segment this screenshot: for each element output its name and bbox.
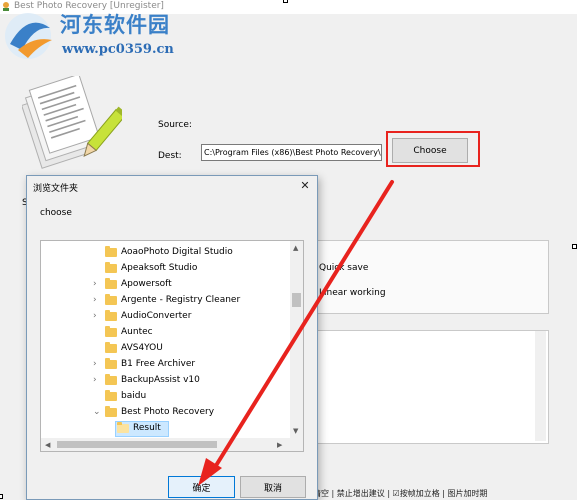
chevron-right-icon[interactable]: › [93, 279, 101, 289]
tree-vertical-scrollbar[interactable]: ▲ ▼ [290, 241, 303, 438]
quick-save-option[interactable]: Quick save [319, 263, 368, 273]
folder-icon [105, 310, 117, 321]
linear-working-option[interactable]: Linear working [319, 288, 386, 298]
tree-item[interactable]: › Apowersoft [41, 277, 291, 293]
scroll-up-icon[interactable]: ▲ [293, 244, 298, 252]
folder-icon [105, 342, 117, 353]
tree-horizontal-scrollbar[interactable]: ◀ ▶ [41, 438, 303, 451]
scroll-right-icon[interactable]: ▶ [277, 441, 282, 449]
chevron-right-icon[interactable]: › [93, 375, 101, 385]
tree-item[interactable]: Apeaksoft Studio [41, 261, 291, 277]
bottom-options-strip[interactable]: 计清空 | 禁止增出建议 | ☑按帧加立格 | 图片加时期 [305, 488, 577, 500]
tree-item-label: Best Photo Recovery [121, 407, 215, 417]
tree-item[interactable]: ⌄ Best Photo Recovery [41, 405, 291, 421]
scroll-thumb[interactable] [292, 293, 301, 307]
tree-item-label: Argente - Registry Cleaner [121, 295, 241, 305]
chevron-right-icon[interactable]: › [93, 359, 101, 369]
resize-handle [572, 244, 577, 249]
documents-pencil-icon [22, 76, 122, 169]
folder-icon [105, 326, 117, 337]
tree-item-label: BackupAssist v10 [121, 375, 200, 385]
tree-item-label: baidu [121, 391, 147, 401]
tree-item[interactable]: › B1 Free Archiver [41, 357, 291, 373]
tree-item-label: Auntec [121, 327, 153, 337]
dest-path-field[interactable]: C:\Program Files (x86)\Best Photo Recove… [201, 144, 382, 161]
dialog-title: 浏览文件夹 [33, 184, 79, 194]
ok-button[interactable]: 确定 [168, 476, 235, 498]
scroll-down-icon[interactable]: ▼ [293, 427, 298, 435]
options-panel [312, 240, 549, 314]
chevron-right-icon[interactable]: › [93, 311, 101, 321]
tree-item[interactable]: › Argente - Registry Cleaner [41, 293, 291, 309]
log-area [312, 330, 549, 444]
folder-icon [105, 294, 117, 305]
tree-item[interactable]: › AudioConverter [41, 309, 291, 325]
folder-tree[interactable]: AoaoPhoto Digital Studio Apeaksoft Studio… [40, 240, 304, 452]
folder-icon [105, 246, 117, 257]
watermark-title: 河东软件园 [60, 13, 170, 37]
folder-icon [117, 422, 129, 433]
source-label: Source: [158, 120, 192, 130]
tree-item[interactable]: AVS4YOU [41, 341, 291, 357]
dialog-description: choose [40, 208, 72, 218]
tree-item-label: Apowersoft [121, 279, 172, 289]
tree-item-label: Result [133, 423, 161, 433]
folder-icon [105, 374, 117, 385]
resize-handle [0, 494, 3, 499]
tree-item[interactable]: baidu [41, 389, 291, 405]
resize-handle [283, 0, 288, 3]
cancel-button[interactable]: 取消 [240, 476, 306, 498]
tree-item[interactable]: › BackupAssist v10 [41, 373, 291, 389]
tree-item-label: Apeaksoft Studio [121, 263, 198, 273]
folder-icon [105, 358, 117, 369]
tree-item[interactable]: AoaoPhoto Digital Studio [41, 245, 291, 261]
folder-icon [105, 278, 117, 289]
log-scrollbar[interactable] [535, 331, 546, 441]
tree-item[interactable]: Auntec [41, 325, 291, 341]
dest-label: Dest: [158, 151, 182, 161]
tree-item-label: AVS4YOU [121, 343, 163, 353]
chevron-down-icon[interactable]: ⌄ [93, 407, 101, 417]
folder-icon [105, 390, 117, 401]
tree-item-label: AudioConverter [121, 311, 192, 321]
tree-item-label: B1 Free Archiver [121, 359, 196, 369]
watermark-url: www.pc0359.cn [62, 42, 174, 57]
chevron-right-icon[interactable]: › [93, 295, 101, 305]
scroll-left-icon[interactable]: ◀ [45, 441, 50, 449]
annotation-highlight-box [386, 131, 480, 167]
tree-item-selected[interactable]: Result [41, 421, 291, 437]
folder-icon [105, 406, 117, 417]
tree-item-label: AoaoPhoto Digital Studio [121, 247, 233, 257]
close-icon[interactable]: ✕ [299, 180, 311, 192]
folder-icon [105, 262, 117, 273]
scroll-thumb[interactable] [57, 441, 217, 448]
